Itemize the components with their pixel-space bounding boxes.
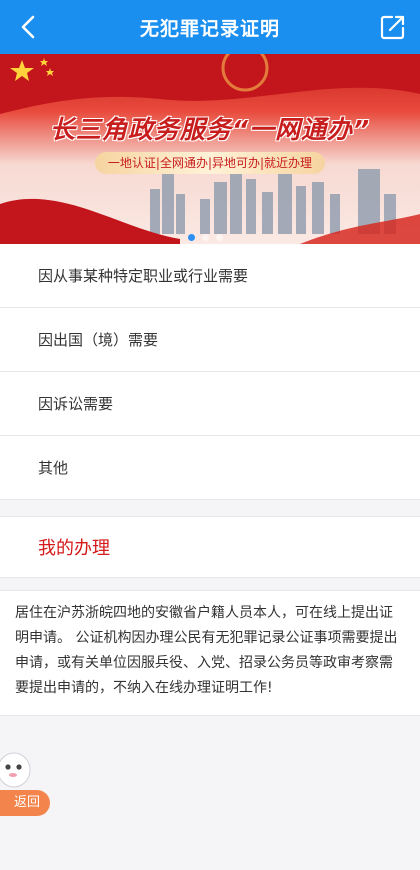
option-overseas[interactable]: 因出国（境）需要 xyxy=(0,308,420,372)
option-other[interactable]: 其他 xyxy=(0,436,420,500)
banner-subtitle: 一地认证|全网通办|异地可办|就近办理 xyxy=(95,152,325,174)
carousel-dot[interactable] xyxy=(188,234,195,241)
back-button[interactable] xyxy=(14,12,44,42)
carousel-dot[interactable] xyxy=(202,234,209,241)
application-reason-list: 因从事某种特定职业或行业需要 因出国（境）需要 因诉讼需要 其他 xyxy=(0,244,420,500)
my-handling-link[interactable]: 我的办理 xyxy=(0,516,420,578)
edit-share-icon xyxy=(380,15,405,40)
top-bar: 无犯罪记录证明 xyxy=(0,0,420,54)
notice-text: 居住在沪苏浙皖四地的安徽省户籍人员本人，可在线上提出证明申请。 公证机构因办理公… xyxy=(0,590,420,716)
option-occupation[interactable]: 因从事某种特定职业或行业需要 xyxy=(0,244,420,308)
carousel-indicator[interactable] xyxy=(188,234,223,241)
chevron-left-icon xyxy=(21,15,35,39)
return-button[interactable]: 返回 xyxy=(0,790,50,816)
share-button[interactable] xyxy=(378,12,408,42)
option-litigation[interactable]: 因诉讼需要 xyxy=(0,372,420,436)
assistant-robot-icon[interactable] xyxy=(0,748,34,790)
carousel-dot[interactable] xyxy=(216,234,223,241)
banner-artwork xyxy=(0,54,420,244)
page-title: 无犯罪记录证明 xyxy=(139,17,280,40)
promo-banner[interactable]: 长三角政务服务“一网通办” 一地认证|全网通办|异地可办|就近办理 xyxy=(0,54,420,244)
banner-slogan: 长三角政务服务“一网通办” xyxy=(49,115,371,144)
